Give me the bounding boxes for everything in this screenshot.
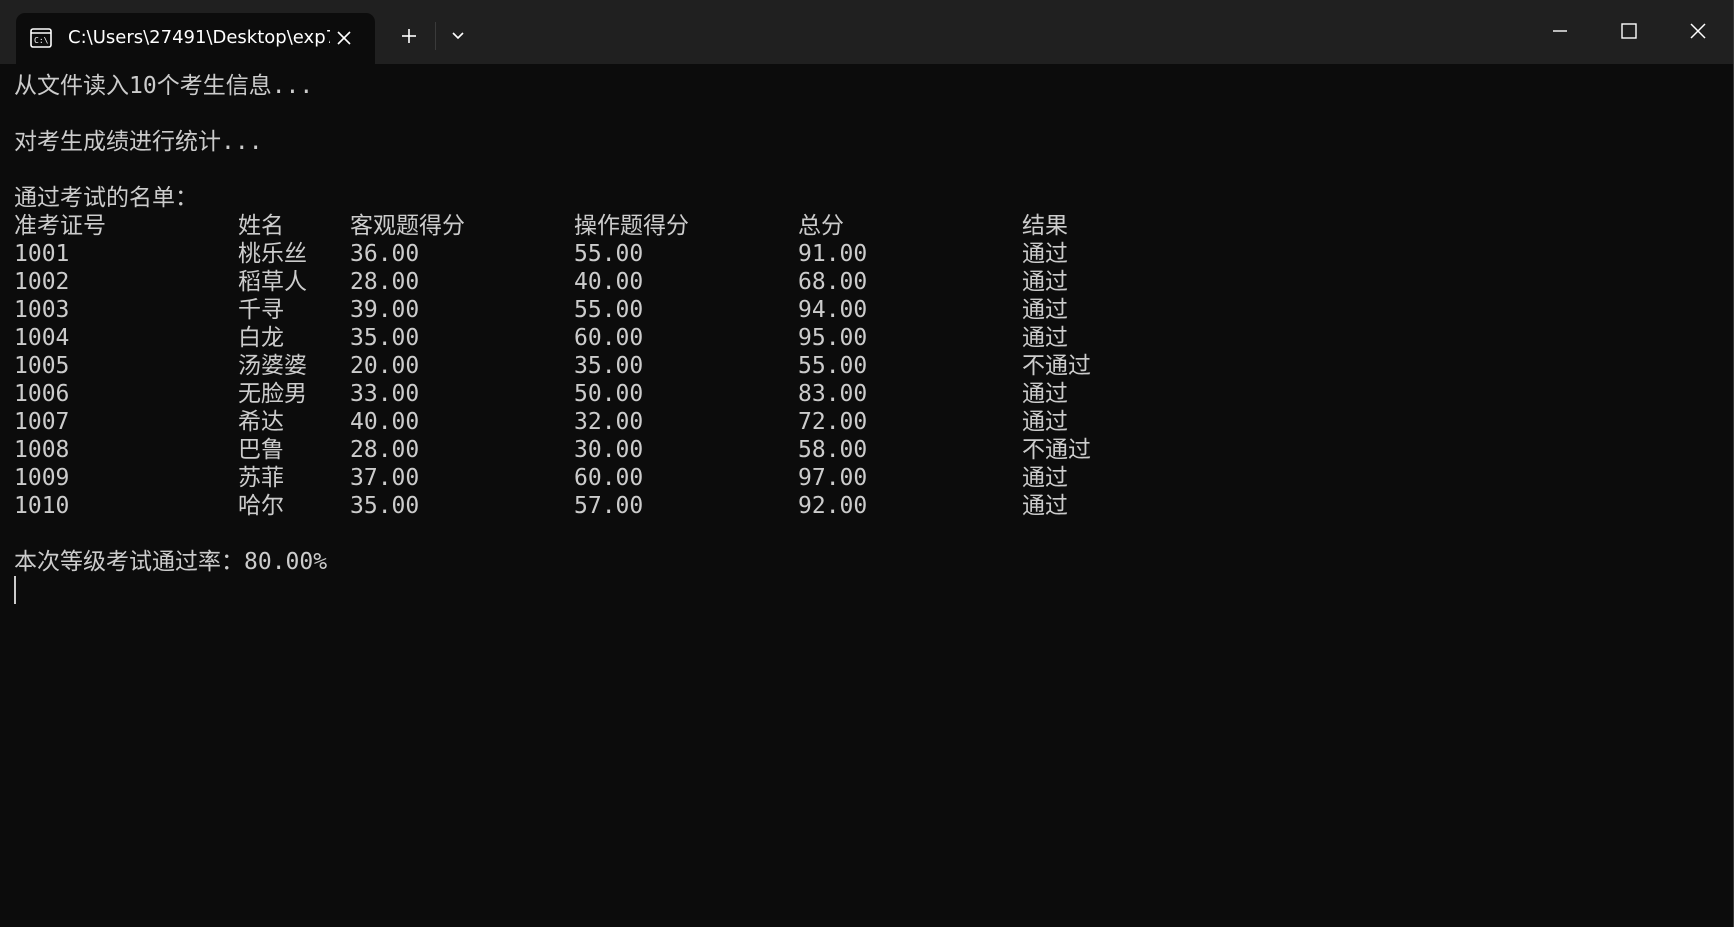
cell-objective: 20.00: [350, 353, 420, 379]
tab-dropdown-button[interactable]: [441, 20, 475, 52]
cell-name: 千寻: [238, 297, 284, 323]
cell-practical: 32.00: [574, 409, 644, 435]
cell-id: 1005: [14, 353, 70, 379]
cell-id: 1007: [14, 409, 70, 435]
column-header-id: 准考证号: [14, 213, 106, 239]
cell-practical: 35.00: [574, 353, 644, 379]
terminal-tab[interactable]: C:\ C:\Users\27491\Desktop\exp7\: [16, 13, 375, 64]
cell-total: 55.00: [798, 353, 868, 379]
terminal-window: C:\ C:\Users\27491\Desktop\exp7\ 从文件读入10…: [0, 0, 1734, 927]
pass-rate-line: 本次等级考试通过率：80.00%: [14, 549, 328, 575]
cell-objective: 40.00: [350, 409, 420, 435]
table-row: 1001 桃乐丝 36.00 55.00 91.00 通过: [14, 240, 1714, 268]
cell-result: 通过: [1022, 325, 1068, 351]
cell-result: 通过: [1022, 409, 1068, 435]
cell-total: 83.00: [798, 381, 868, 407]
cell-name: 苏菲: [238, 465, 284, 491]
pass-list-heading: 通过考试的名单：: [14, 185, 198, 211]
column-header-name: 姓名: [238, 213, 284, 239]
cell-practical: 55.00: [574, 297, 644, 323]
table-row: 1007 希达 40.00 32.00 72.00 通过: [14, 408, 1714, 436]
column-header-result: 结果: [1022, 213, 1068, 239]
cell-objective: 28.00: [350, 269, 420, 295]
title-bar: C:\ C:\Users\27491\Desktop\exp7\: [0, 0, 1734, 64]
table-header-row: 准考证号 姓名 客观题得分 操作题得分 总分 结果: [14, 212, 1714, 240]
table-row: 1003 千寻 39.00 55.00 94.00 通过: [14, 296, 1714, 324]
text-cursor: [14, 576, 16, 604]
cell-id: 1004: [14, 325, 70, 351]
cell-result: 不通过: [1022, 353, 1091, 379]
table-row: 1005 汤婆婆 20.00 35.00 55.00 不通过: [14, 352, 1714, 380]
cell-result: 通过: [1022, 297, 1068, 323]
cell-total: 72.00: [798, 409, 868, 435]
cell-practical: 40.00: [574, 269, 644, 295]
cell-name: 桃乐丝: [238, 241, 307, 267]
cell-objective: 33.00: [350, 381, 420, 407]
tab-separator: [435, 22, 436, 50]
cell-id: 1008: [14, 437, 70, 463]
cell-name: 希达: [238, 409, 284, 435]
cell-objective: 28.00: [350, 437, 420, 463]
cell-result: 通过: [1022, 381, 1068, 407]
cell-id: 1010: [14, 493, 70, 519]
statistics-message: 对考生成绩进行统计...: [14, 129, 263, 155]
cell-objective: 37.00: [350, 465, 420, 491]
cell-total: 92.00: [798, 493, 868, 519]
close-tab-icon[interactable]: [332, 26, 356, 50]
cell-id: 1002: [14, 269, 70, 295]
cell-result: 不通过: [1022, 437, 1091, 463]
table-row: 1004 白龙 35.00 60.00 95.00 通过: [14, 324, 1714, 352]
table-row: 1006 无脸男 33.00 50.00 83.00 通过: [14, 380, 1714, 408]
close-window-button[interactable]: [1664, 0, 1732, 62]
cell-total: 94.00: [798, 297, 868, 323]
cell-name: 巴鲁: [238, 437, 284, 463]
cell-practical: 57.00: [574, 493, 644, 519]
cell-objective: 39.00: [350, 297, 420, 323]
cell-practical: 60.00: [574, 465, 644, 491]
cell-total: 91.00: [798, 241, 868, 267]
cell-name: 哈尔: [238, 493, 284, 519]
cell-objective: 35.00: [350, 325, 420, 351]
cell-total: 97.00: [798, 465, 868, 491]
cell-objective: 36.00: [350, 241, 420, 267]
cmd-prompt-icon: C:\: [30, 28, 52, 48]
column-header-objective: 客观题得分: [350, 213, 465, 239]
table-row: 1008 巴鲁 28.00 30.00 58.00 不通过: [14, 436, 1714, 464]
cell-total: 58.00: [798, 437, 868, 463]
console-output[interactable]: 从文件读入10个考生信息... 对考生成绩进行统计... 通过考试的名单： 准考…: [14, 72, 1714, 912]
table-row: 1009 苏菲 37.00 60.00 97.00 通过: [14, 464, 1714, 492]
cell-name: 汤婆婆: [238, 353, 307, 379]
cell-id: 1006: [14, 381, 70, 407]
read-file-message: 从文件读入10个考生信息...: [14, 73, 314, 99]
column-header-total: 总分: [798, 213, 844, 239]
svg-text:C:\: C:\: [34, 36, 49, 45]
cell-objective: 35.00: [350, 493, 420, 519]
table-row: 1002 稻草人 28.00 40.00 68.00 通过: [14, 268, 1714, 296]
cell-id: 1001: [14, 241, 70, 267]
maximize-button[interactable]: [1595, 0, 1663, 62]
cell-result: 通过: [1022, 465, 1068, 491]
column-header-practical: 操作题得分: [574, 213, 689, 239]
minimize-button[interactable]: [1526, 0, 1594, 62]
new-tab-button[interactable]: [392, 20, 426, 52]
cell-practical: 55.00: [574, 241, 644, 267]
cell-practical: 50.00: [574, 381, 644, 407]
cell-name: 白龙: [238, 325, 284, 351]
cell-result: 通过: [1022, 493, 1068, 519]
cell-total: 68.00: [798, 269, 868, 295]
cell-id: 1009: [14, 465, 70, 491]
cell-result: 通过: [1022, 241, 1068, 267]
cell-id: 1003: [14, 297, 70, 323]
cell-name: 无脸男: [238, 381, 307, 407]
cell-result: 通过: [1022, 269, 1068, 295]
table-row: 1010 哈尔 35.00 57.00 92.00 通过: [14, 492, 1714, 520]
cell-name: 稻草人: [238, 269, 307, 295]
tab-title: C:\Users\27491\Desktop\exp7\: [68, 27, 330, 48]
cell-practical: 60.00: [574, 325, 644, 351]
cell-practical: 30.00: [574, 437, 644, 463]
cell-total: 95.00: [798, 325, 868, 351]
